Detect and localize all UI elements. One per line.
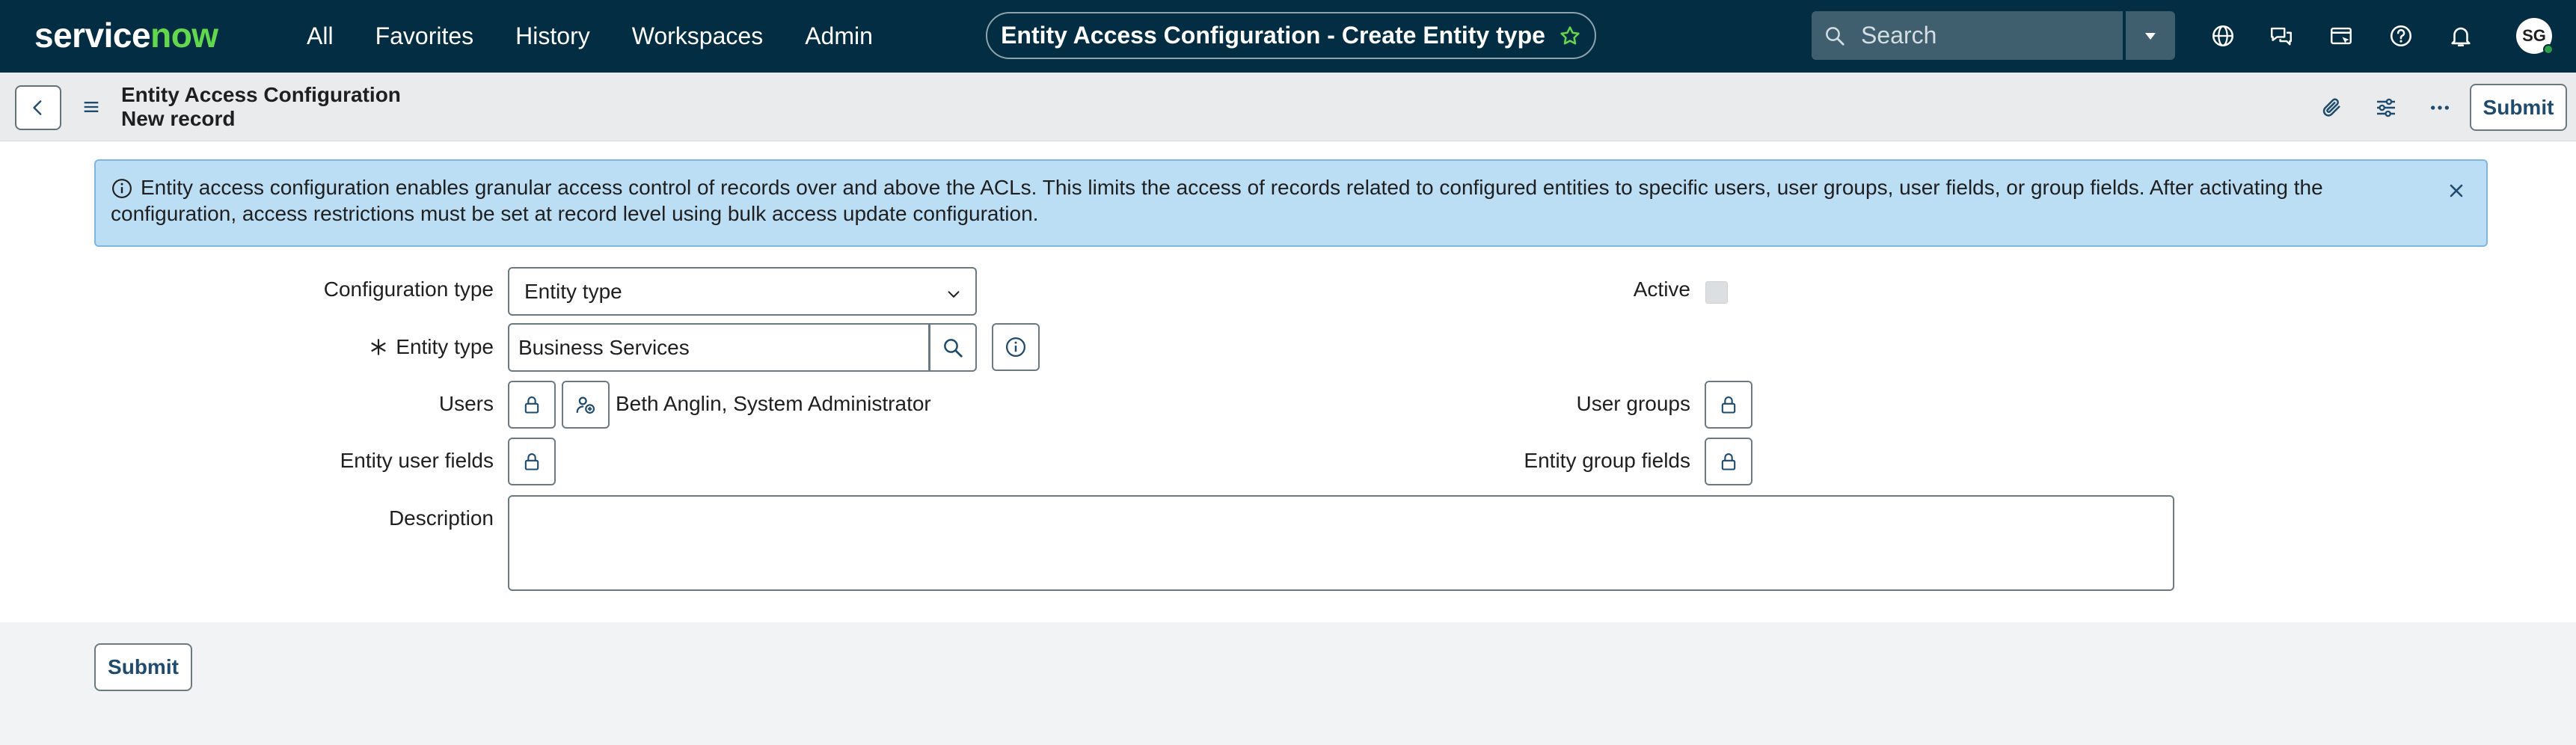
mandatory-asterisk-icon [369, 337, 388, 357]
entity-user-fields-unlock-button[interactable] [508, 438, 556, 485]
search-scope-dropdown[interactable] [2126, 11, 2175, 60]
paperclip-icon[interactable] [2317, 93, 2347, 123]
info-icon [1005, 336, 1027, 358]
hamburger-menu-icon[interactable] [81, 96, 102, 117]
description-textarea[interactable] [508, 495, 2174, 591]
chevron-down-icon [945, 286, 962, 303]
entity-type-value: Business Services [518, 335, 690, 359]
configuration-type-value: Entity type [524, 279, 622, 303]
entity-user-fields-label: Entity user fields [340, 449, 494, 472]
sliders-icon[interactable] [2371, 93, 2401, 123]
entity-type-label-row: Entity type [369, 335, 494, 359]
users-label: Users [438, 392, 494, 415]
entity-type-lookup-button[interactable] [929, 323, 977, 372]
globe-icon[interactable] [2208, 21, 2238, 51]
lock-icon [521, 451, 542, 472]
record-title: Entity Access Configuration [121, 83, 401, 106]
user-groups-unlock-button[interactable] [1705, 381, 1752, 429]
brand-now-text: now [150, 16, 218, 55]
configuration-type-label: Configuration type [323, 278, 494, 301]
context-title: Entity Access Configuration - Create Ent… [1001, 22, 1545, 49]
search-icon [942, 337, 964, 359]
search-placeholder: Search [1861, 22, 1937, 49]
chevron-left-icon [28, 98, 48, 117]
more-options-icon[interactable] [2425, 93, 2455, 123]
form-footer [0, 622, 2576, 745]
active-checkbox[interactable] [1705, 281, 1728, 304]
banner-message: Entity access configuration enables gran… [111, 176, 2323, 225]
incident-icon[interactable] [2326, 21, 2356, 51]
caret-down-icon [2141, 27, 2159, 45]
user-groups-label: User groups [1576, 392, 1690, 415]
global-search-input[interactable]: Search [1812, 11, 2123, 60]
user-avatar[interactable]: SG [2516, 18, 2554, 55]
add-me-button[interactable] [562, 381, 610, 429]
record-titles: Entity Access Configuration New record [121, 83, 401, 131]
nav-admin[interactable]: Admin [805, 22, 873, 50]
chat-icon[interactable] [2266, 21, 2296, 51]
close-icon[interactable] [2446, 180, 2467, 201]
record-header: Entity Access Configuration New record S… [0, 73, 2576, 141]
lock-icon [521, 394, 542, 415]
entity-type-input[interactable]: Business Services [508, 323, 930, 372]
entity-group-fields-label: Entity group fields [1524, 449, 1690, 472]
servicenow-logo[interactable]: service now [34, 15, 218, 55]
active-label: Active [1633, 278, 1690, 301]
lock-icon [1718, 451, 1739, 472]
back-button[interactable] [15, 85, 61, 130]
entity-type-label: Entity type [396, 335, 494, 358]
add-user-icon [574, 393, 597, 416]
avatar-initials: SG [2522, 26, 2546, 45]
description-label: Description [388, 506, 494, 530]
info-banner: Entity access configuration enables gran… [94, 159, 2488, 247]
nav-links: All Favorites History Workspaces Admin [307, 0, 915, 73]
record-subtitle: New record [121, 107, 236, 130]
entity-group-fields-unlock-button[interactable] [1705, 438, 1752, 485]
nav-history[interactable]: History [515, 22, 590, 50]
nav-favorites[interactable]: Favorites [375, 22, 474, 50]
nav-workspaces[interactable]: Workspaces [632, 22, 763, 50]
brand-service-text: service [34, 16, 151, 55]
entity-type-preview-button[interactable] [992, 323, 1040, 371]
users-unlock-button[interactable] [508, 381, 556, 429]
presence-dot [2543, 44, 2554, 55]
bell-icon[interactable] [2446, 21, 2476, 51]
top-navigation: service now All Favorites History Workspa… [0, 0, 2576, 73]
help-icon[interactable] [2386, 21, 2416, 51]
context-title-pill[interactable]: Entity Access Configuration - Create Ent… [986, 12, 1596, 59]
lock-icon [1718, 394, 1739, 415]
search-icon [1824, 25, 1846, 47]
submit-button-footer[interactable]: Submit [94, 643, 192, 691]
star-icon[interactable] [1559, 25, 1581, 47]
submit-button-header[interactable]: Submit [2470, 84, 2567, 131]
nav-all[interactable]: All [307, 22, 334, 50]
users-value: Beth Anglin, System Administrator [616, 392, 931, 415]
configuration-type-select[interactable]: Entity type [508, 267, 977, 316]
